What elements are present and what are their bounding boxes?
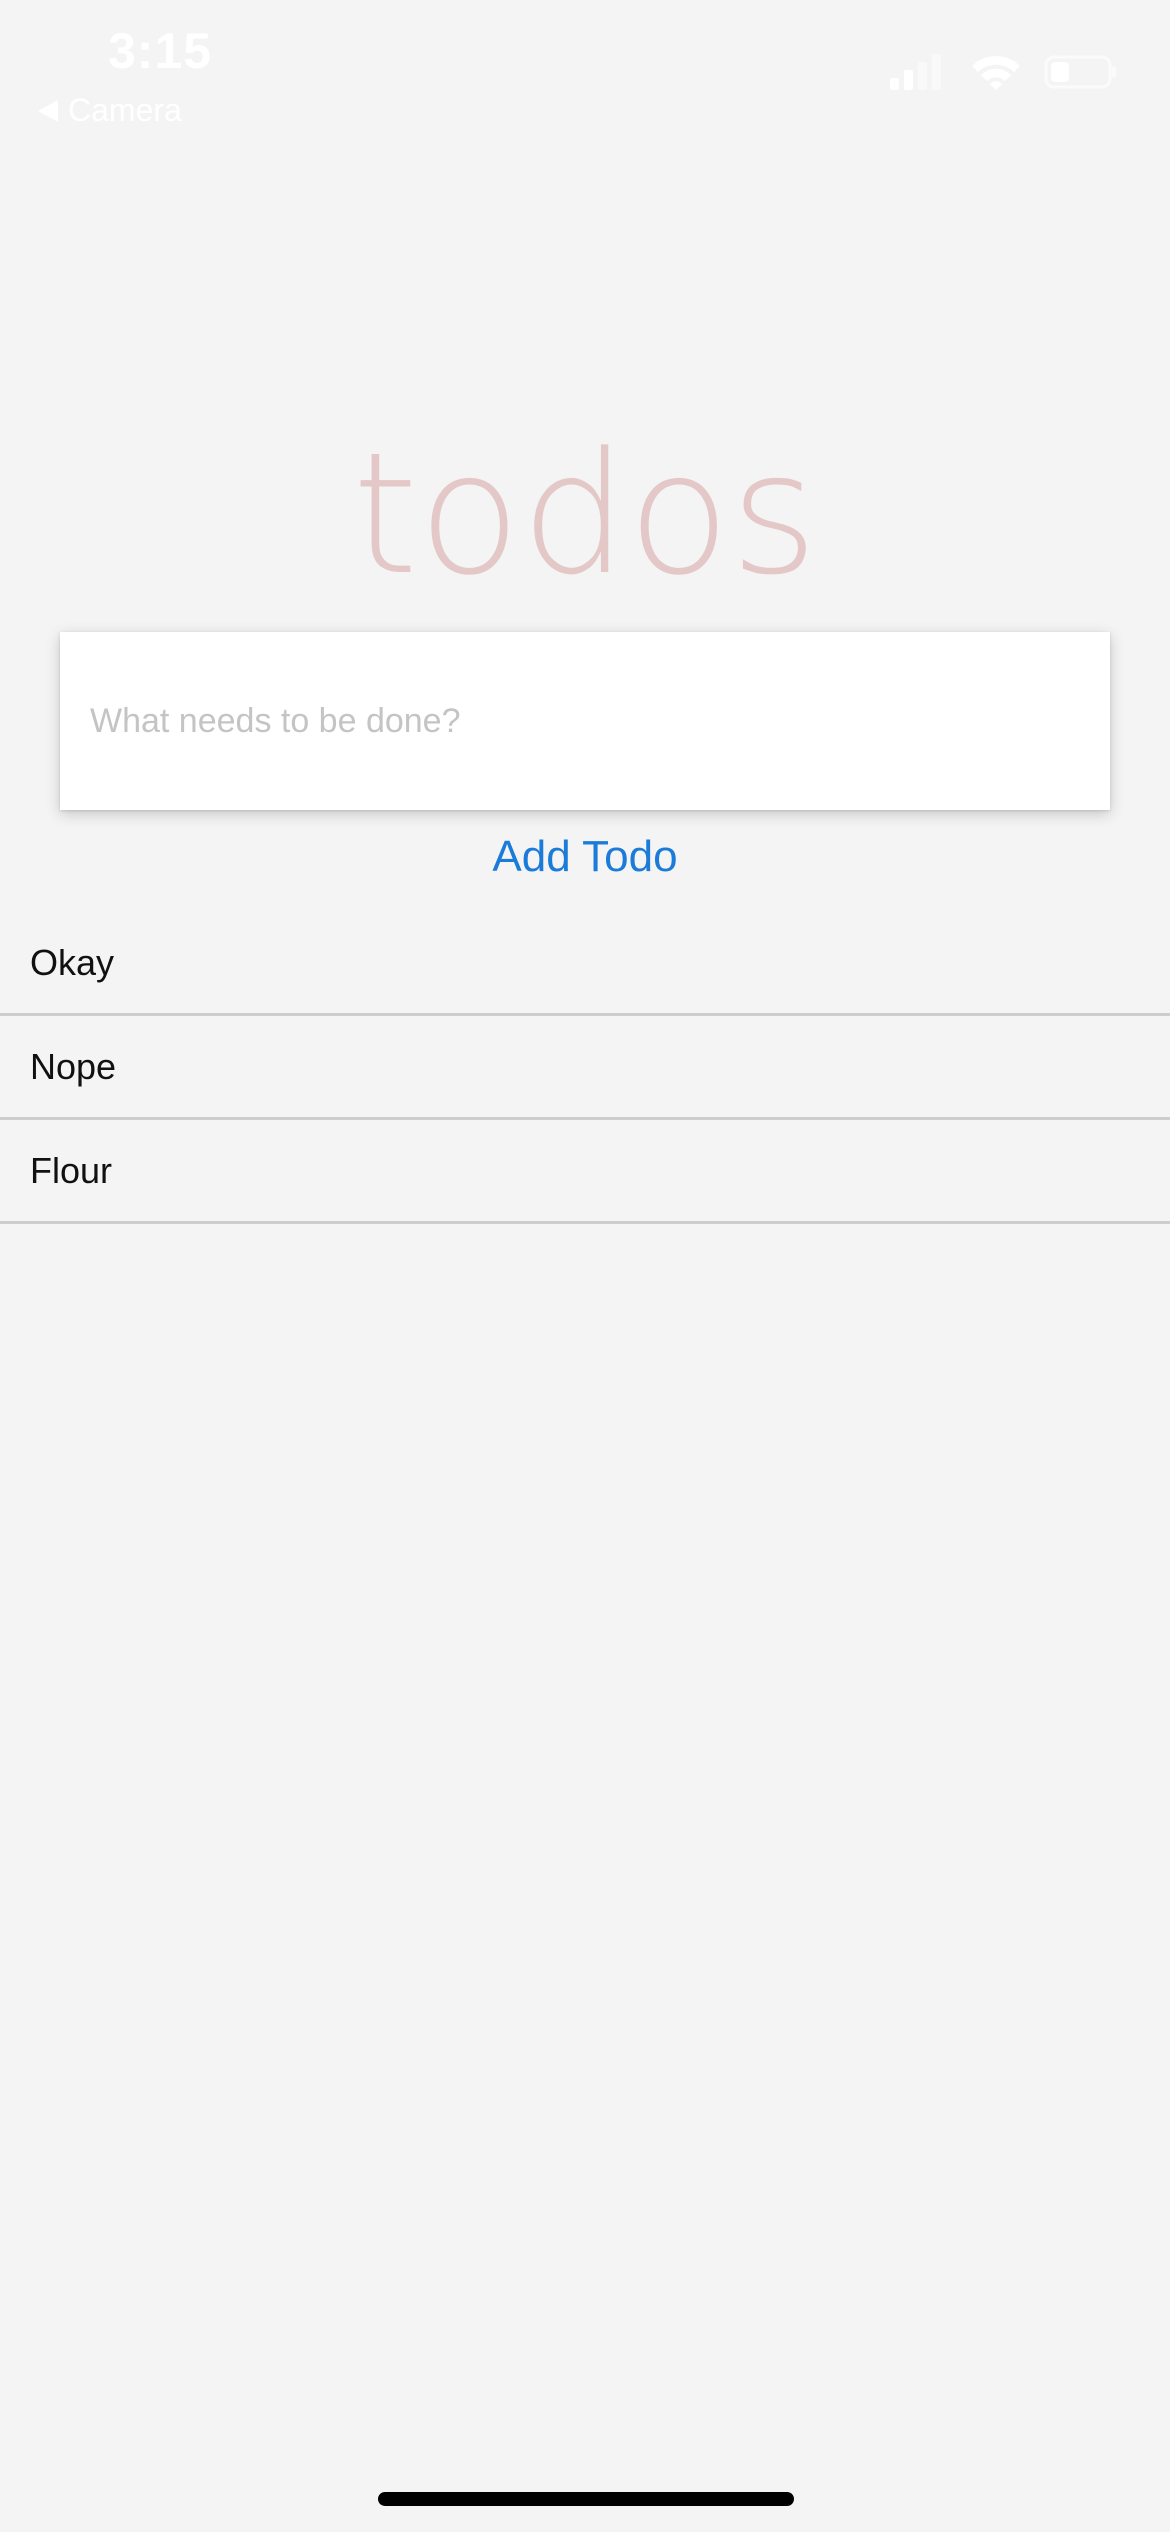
status-icons — [888, 52, 1118, 97]
status-bar: 3:15 Camera — [0, 0, 1170, 140]
todo-list: Okay Nope Flour — [0, 912, 1170, 1224]
home-indicator[interactable] — [378, 2492, 794, 2506]
back-label: Camera — [68, 92, 182, 128]
add-todo-button[interactable]: Add Todo — [0, 832, 1170, 882]
back-to-camera-link[interactable]: Camera — [38, 92, 182, 129]
todo-item[interactable]: Nope — [0, 1016, 1170, 1120]
back-arrow-icon — [38, 99, 58, 122]
new-todo-input[interactable] — [60, 632, 1110, 810]
wifi-icon — [970, 52, 1022, 97]
todo-item[interactable]: Okay — [0, 912, 1170, 1016]
todo-input-container — [60, 632, 1110, 810]
battery-icon — [1044, 54, 1118, 95]
status-time: 3:15 — [108, 23, 213, 79]
app-title: todos — [352, 416, 818, 612]
todo-item[interactable]: Flour — [0, 1120, 1170, 1224]
cellular-signal-icon — [888, 52, 948, 97]
